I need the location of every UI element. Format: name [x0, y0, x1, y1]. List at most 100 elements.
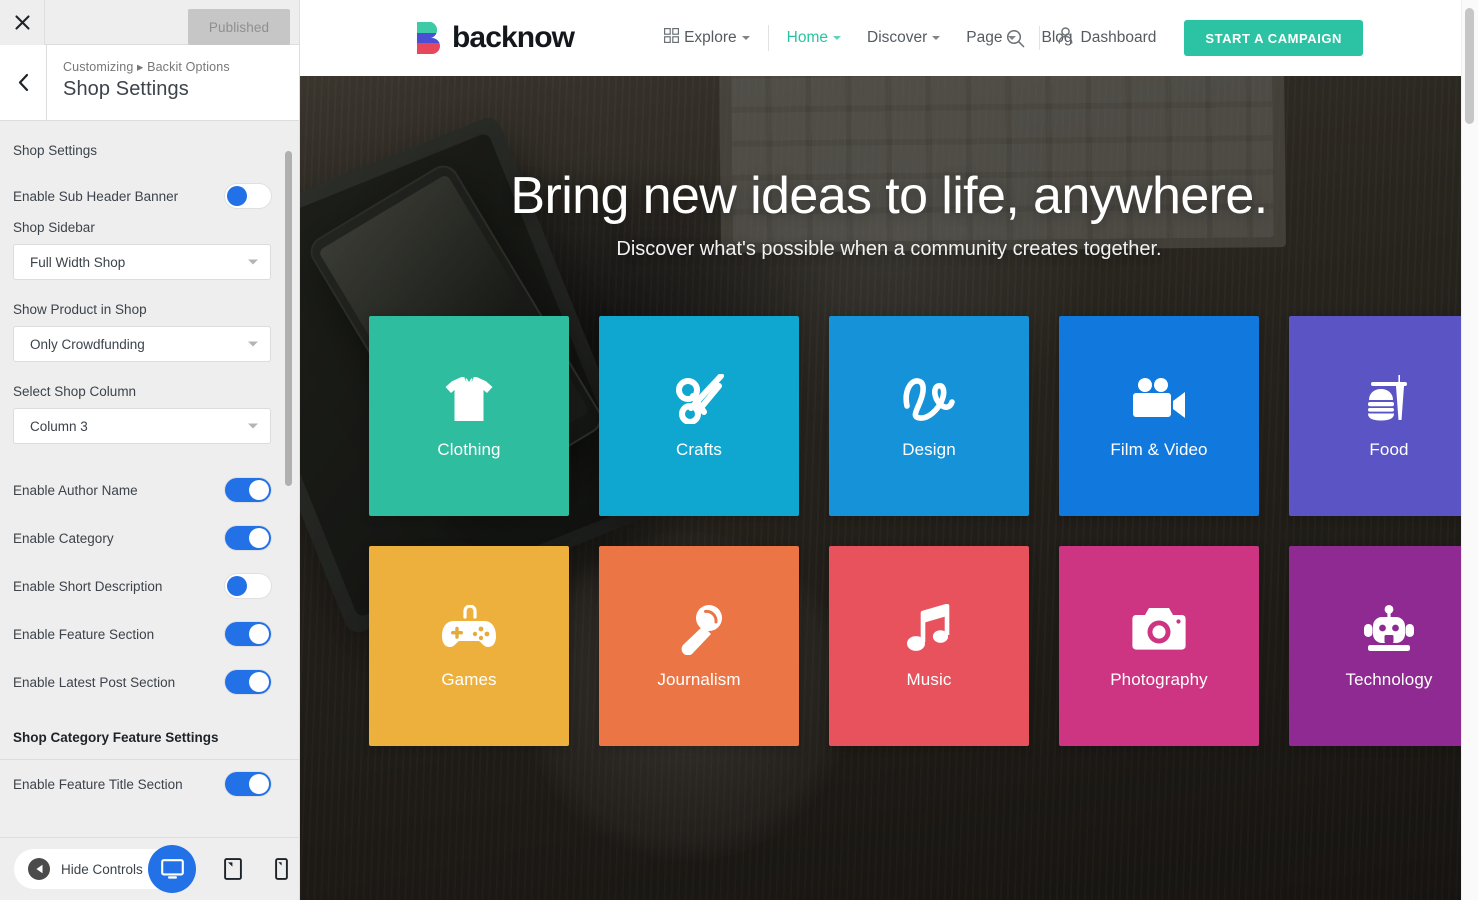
category-label: Music [906, 670, 952, 690]
dashboard-link[interactable]: Dashboard [1040, 27, 1175, 49]
squiggle-icon [902, 372, 956, 426]
toggle-switch[interactable] [225, 772, 271, 796]
site-header: backnow Explore Home Discover Page Blog … [300, 0, 1478, 76]
logo-text: backnow [452, 21, 575, 54]
toggle-knob [227, 576, 247, 596]
setting-label: Shop Sidebar [13, 220, 95, 235]
tablet-icon[interactable] [222, 858, 244, 880]
hero-title: Bring new ideas to life, anywhere. [510, 167, 1268, 225]
setting-row: Enable Short Description [13, 562, 271, 610]
nav-label-explore: Explore [684, 29, 737, 46]
header-actions: Dashboard START A CAMPAIGN [992, 0, 1363, 76]
close-icon[interactable] [0, 0, 45, 45]
toggle-switch[interactable] [225, 526, 271, 550]
preview-scrollbar-track [1461, 0, 1478, 900]
setting-row: Enable Latest Post Section [13, 658, 271, 706]
arrow-left-circle-icon [28, 858, 50, 880]
setting-field: Show Product in Shop Only Crowdfunding [13, 302, 271, 362]
tshirt-icon [444, 372, 494, 426]
setting-label: Enable Feature Section [13, 626, 155, 642]
toggle-knob [249, 624, 269, 644]
category-tile[interactable]: Games [369, 546, 569, 747]
camera-icon [1132, 602, 1186, 656]
select-dropdown[interactable]: Column 3 [13, 408, 271, 444]
category-grid: Clothing Crafts Design Film & Video Food Game… [369, 316, 1478, 747]
publish-button[interactable]: Published [188, 9, 290, 45]
toggle-switch[interactable] [225, 622, 271, 646]
customizer-panel-header: Customizing ▸ Backit Options Shop Settin… [0, 45, 299, 121]
grid-icon [664, 28, 680, 48]
category-label: Clothing [437, 440, 501, 460]
nav-item-explore[interactable]: Explore [651, 28, 763, 48]
category-tile[interactable]: Technology [1289, 546, 1478, 747]
category-label: Games [441, 670, 497, 690]
toggle-switch[interactable] [225, 574, 271, 598]
setting-row: Enable Feature Section [13, 610, 271, 658]
category-label: Film & Video [1110, 440, 1208, 460]
chevron-down-icon [248, 423, 258, 429]
setting-field: Select Shop Column Column 3 [13, 384, 271, 444]
toggle-switch[interactable] [225, 478, 271, 502]
breadcrumb: Customizing ▸ Backit Options [63, 60, 230, 74]
customizer-footer: Hide Controls [0, 837, 299, 900]
customizer-topbar: Published [0, 0, 299, 45]
select-value: Column 3 [30, 418, 88, 434]
burger-icon [1363, 372, 1415, 426]
setting-label: Enable Category [13, 530, 114, 546]
nav-item-discover[interactable]: Discover [854, 29, 953, 47]
category-tile[interactable]: Food [1289, 316, 1478, 517]
category-tile[interactable]: Film & Video [1059, 316, 1259, 517]
microphone-icon [674, 602, 724, 656]
category-tile[interactable]: Music [829, 546, 1029, 747]
dashboard-label: Dashboard [1080, 29, 1157, 46]
user-icon [1058, 27, 1073, 49]
setting-field: Shop Sidebar Full Width Shop [13, 220, 271, 280]
category-label: Journalism [657, 670, 741, 690]
toggle-knob [249, 480, 269, 500]
nav-label: Discover [867, 29, 928, 46]
preview-scrollbar[interactable] [1465, 8, 1474, 124]
category-tile[interactable]: Clothing [369, 316, 569, 517]
customizer-controls-scroll[interactable]: Shop Settings Enable Sub Header Banner Sho… [0, 121, 299, 837]
toggle-switch[interactable] [225, 670, 271, 694]
category-tile[interactable]: Design [829, 316, 1029, 517]
site-logo[interactable]: backnow [417, 21, 575, 55]
hero-content: Bring new ideas to life, anywhere. Disco… [300, 76, 1478, 261]
setting-label: Enable Latest Post Section [13, 674, 176, 690]
category-tile[interactable]: Journalism [599, 546, 799, 747]
category-label: Design [902, 440, 956, 460]
toggle-knob [249, 672, 269, 692]
setting-label: Enable Feature Title Section [13, 776, 183, 792]
setting-label: Select Shop Column [13, 384, 137, 399]
scissors-icon [673, 372, 725, 426]
setting-label: Enable Sub Header Banner [13, 188, 179, 204]
start-a-campaign-button[interactable]: START A CAMPAIGN [1184, 20, 1363, 56]
chevron-down-icon [741, 36, 750, 40]
nav-item-home[interactable]: Home [774, 29, 854, 47]
chevron-down-icon [248, 259, 258, 265]
toggle-knob [249, 528, 269, 548]
category-label: Photography [1110, 670, 1208, 690]
setting-row: Enable Feature Title Section [13, 760, 271, 808]
toggle-knob [249, 774, 269, 794]
site-preview: backnow Explore Home Discover Page Blog … [300, 0, 1478, 900]
category-tile[interactable]: Photography [1059, 546, 1259, 747]
sidebar-scrollbar[interactable] [285, 151, 292, 486]
chevron-left-icon[interactable] [0, 45, 47, 120]
category-label: Food [1369, 440, 1409, 460]
robot-icon [1362, 602, 1416, 656]
nav-divider [767, 25, 769, 51]
hide-controls-label: Hide Controls [61, 861, 143, 877]
select-value: Only Crowdfunding [30, 336, 145, 352]
backnow-logo-icon [417, 22, 443, 54]
setting-label: Enable Short Description [13, 578, 163, 594]
search-icon[interactable] [992, 29, 1039, 48]
setting-row: Enable Category [13, 514, 271, 562]
mobile-icon[interactable] [270, 858, 292, 880]
toggle-switch[interactable] [225, 184, 271, 208]
select-dropdown[interactable]: Only Crowdfunding [13, 326, 271, 362]
customizer-screen: Published Customizing ▸ Backit Options S… [0, 0, 1478, 900]
desktop-icon[interactable] [148, 845, 196, 893]
select-dropdown[interactable]: Full Width Shop [13, 244, 271, 280]
category-tile[interactable]: Crafts [599, 316, 799, 517]
